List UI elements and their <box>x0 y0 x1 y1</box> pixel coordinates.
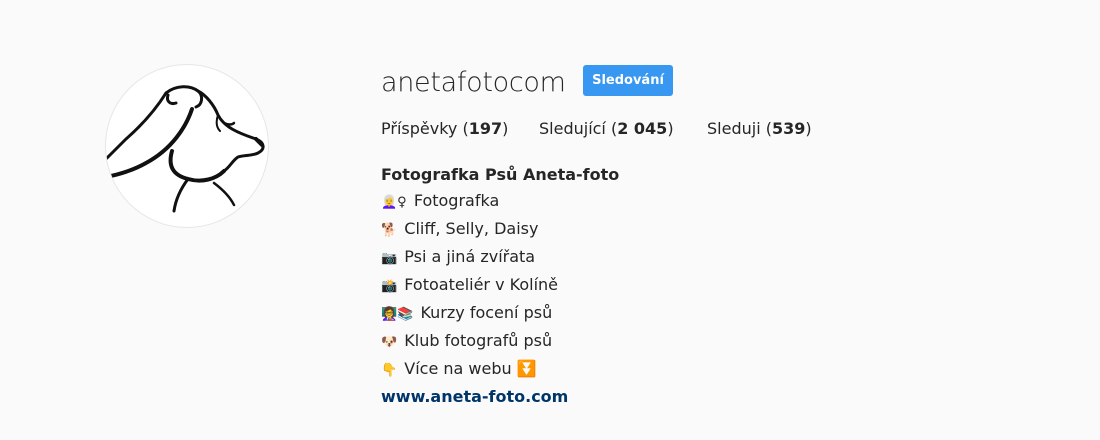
bio-line-text: Fotografka <box>413 191 500 210</box>
pointing-down-emoji-icon: 👇 <box>381 363 398 378</box>
posts-count: 197 <box>468 119 503 138</box>
bio-line: 🐶 Klub fotografů psů <box>381 328 981 356</box>
following-button[interactable]: Sledování <box>583 65 673 96</box>
website-link[interactable]: www.aneta-foto.com <box>381 384 981 410</box>
bio-line-text: Klub fotografů psů <box>404 331 553 350</box>
dog-emoji-icon: 🐕 <box>381 223 398 238</box>
bio-line: 👩‍🦳♀ Fotografka <box>381 188 981 216</box>
camera-flash-emoji-icon: 📸 <box>381 279 398 294</box>
bio-line: 📸 Fotoateliér v Kolíně <box>381 272 981 300</box>
followers-stat[interactable]: Sledující (2 045) <box>539 118 674 140</box>
posts-stat[interactable]: Příspěvky (197) <box>381 118 508 140</box>
dog-logo-icon <box>106 85 265 213</box>
bio-line-text: Psi a jiná zvířata <box>404 247 536 266</box>
following-count: 539 <box>771 119 806 138</box>
bio-line: 👩‍🏫📚 Kurzy focení psů <box>381 300 981 328</box>
bio-line: 🐕 Cliff, Selly, Daisy <box>381 216 981 244</box>
bio-line-text: Fotoateliér v Kolíně <box>404 275 558 294</box>
bio-line: 📷 Psi a jiná zvířata <box>381 244 981 272</box>
woman-emoji-icon: 👩‍🦳♀ <box>381 195 407 210</box>
bio-line-text: Kurzy focení psů <box>420 303 553 322</box>
dog-face-emoji-icon: 🐶 <box>381 335 398 350</box>
profile-avatar[interactable] <box>105 64 269 228</box>
bio-full-name: Fotografka Psů Aneta-foto <box>381 165 620 184</box>
followers-count: 2 045 <box>617 119 668 138</box>
bio-line: 👇 Více na webu ⏬ <box>381 356 981 384</box>
profile-bio: Fotografka Psů Aneta-foto 👩‍🦳♀ Fotografk… <box>381 162 981 410</box>
bio-line-text: Cliff, Selly, Daisy <box>404 219 539 238</box>
camera-emoji-icon: 📷 <box>381 251 398 266</box>
followers-label: Sledující <box>539 119 606 138</box>
following-stat[interactable]: Sleduji (539) <box>707 118 812 140</box>
profile-username: anetafotocom <box>381 67 566 98</box>
posts-label: Příspěvky <box>381 119 458 138</box>
teacher-books-emoji-icon: 👩‍🏫📚 <box>381 307 414 322</box>
following-label: Sleduji <box>707 119 761 138</box>
bio-line-text: Více na webu ⏬ <box>404 359 537 378</box>
